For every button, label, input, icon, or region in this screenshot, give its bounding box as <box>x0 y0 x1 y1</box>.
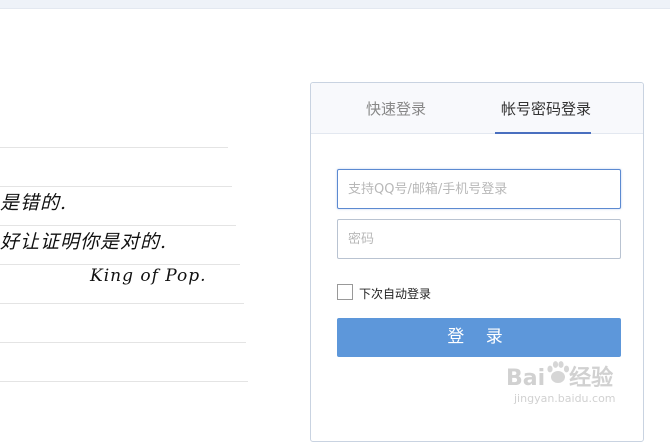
login-tabs: 快速登录 帐号密码登录 <box>311 83 643 134</box>
auto-login-checkbox[interactable] <box>337 284 353 300</box>
note-line-1: 是错的. <box>0 192 68 214</box>
note-rule-line <box>0 186 232 187</box>
top-bar <box>0 0 670 9</box>
handwritten-note-background: 是错的. 好让证明你是对的. King of Pop. <box>0 110 250 410</box>
tab-quick-login[interactable]: 快速登录 <box>341 83 451 133</box>
username-input[interactable] <box>338 170 620 208</box>
note-rule-line <box>0 225 236 226</box>
active-tab-indicator <box>495 132 591 134</box>
note-rule-line <box>0 264 240 265</box>
tab-password-login-label: 帐号密码登录 <box>500 100 591 118</box>
watermark-url: jingyan.baidu.com <box>514 392 616 405</box>
note-line-2: 好让证明你是对的. <box>0 231 168 253</box>
paw-icon <box>547 361 570 383</box>
note-rule-line <box>0 381 248 382</box>
auto-login-label: 下次自动登录 <box>359 287 432 301</box>
note-rule-line <box>0 303 244 304</box>
password-input[interactable] <box>338 220 620 258</box>
note-rule-line <box>0 147 228 148</box>
baidu-jingyan-watermark: Bai 经验 jingyan.baidu.com <box>498 358 638 410</box>
tab-quick-login-label: 快速登录 <box>365 100 426 118</box>
note-line-3: King of Pop. <box>90 266 207 286</box>
username-field <box>337 169 621 209</box>
password-field <box>337 219 621 259</box>
note-rule-line <box>0 342 246 343</box>
login-button[interactable]: 登 录 <box>337 318 621 357</box>
tab-password-login[interactable]: 帐号密码登录 <box>491 83 601 134</box>
